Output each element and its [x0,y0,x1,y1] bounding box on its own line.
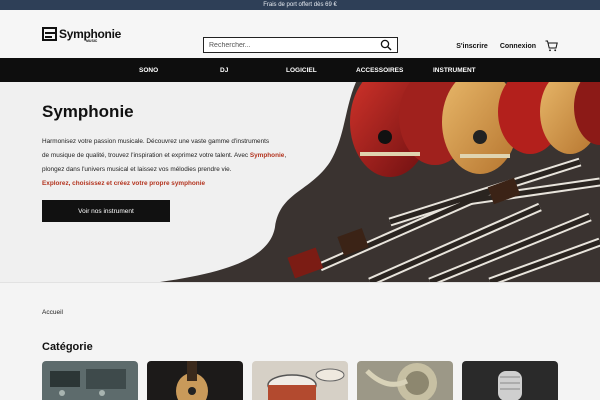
category-section: Accueil Catégorie [0,282,600,400]
promo-text: Frais de port offert dès 69 € [263,2,337,8]
breadcrumb[interactable]: Accueil [42,309,63,316]
hero-brand-highlight: Symphonie [249,152,285,159]
hero-line-2-text: de musique de qualité, trouvez l'inspira… [42,152,250,159]
category-card-drums[interactable] [252,361,348,400]
hero-line-3: plongez dans l'univers musical et laisse… [42,166,232,173]
cart-icon[interactable] [545,40,558,52]
hero-tagline: Explorez, choisissez et créez votre prop… [42,180,206,187]
category-card-microphone[interactable] [462,361,558,400]
category-nav: SONO DJ LOGICIEL ACCESSOIRES INSTRUMENT [0,58,600,82]
hero-description: Harmonisez votre passion musicale. Décou… [42,135,302,177]
nav-item-sono[interactable]: SONO [139,67,158,74]
search-input[interactable] [209,41,374,49]
signup-link[interactable]: S'inscrire [456,43,488,50]
hero-line-2-comma: , [284,152,287,159]
category-title: Catégorie [42,341,93,353]
logo[interactable]: Symphonie MUSIC [42,27,121,43]
category-cards [42,361,567,400]
logo-icon [42,27,57,41]
hero-section: Symphonie Harmonisez votre passion music… [0,82,600,282]
nav-item-dj[interactable]: DJ [220,67,228,74]
hero-line-2: de musique de qualité, trouvez l'inspira… [42,149,302,163]
category-card-sono[interactable] [42,361,138,400]
promo-banner: Frais de port offert dès 69 € [0,0,600,10]
nav-item-accessoires[interactable]: ACCESSOIRES [356,67,403,74]
login-link[interactable]: Connexion [500,43,536,50]
search-bar [203,37,398,53]
category-card-brass[interactable] [357,361,453,400]
nav-item-logiciel[interactable]: LOGICIEL [286,67,317,74]
search-icon[interactable] [380,39,392,51]
category-card-guitar[interactable] [147,361,243,400]
hero-title: Symphonie [42,102,134,121]
hero-text-block: Symphonie Harmonisez votre passion music… [42,102,302,191]
nav-item-instrument[interactable]: INSTRUMENT [433,67,476,74]
account-links: S'inscrire Connexion [444,40,558,52]
logo-subtitle: MUSIC [86,39,98,43]
view-instruments-button[interactable]: Voir nos instrument [42,200,170,222]
hero-line-1: Harmonisez votre passion musicale. Décou… [42,138,270,145]
site-header: Symphonie MUSIC S'inscrire Connexion [0,10,600,58]
